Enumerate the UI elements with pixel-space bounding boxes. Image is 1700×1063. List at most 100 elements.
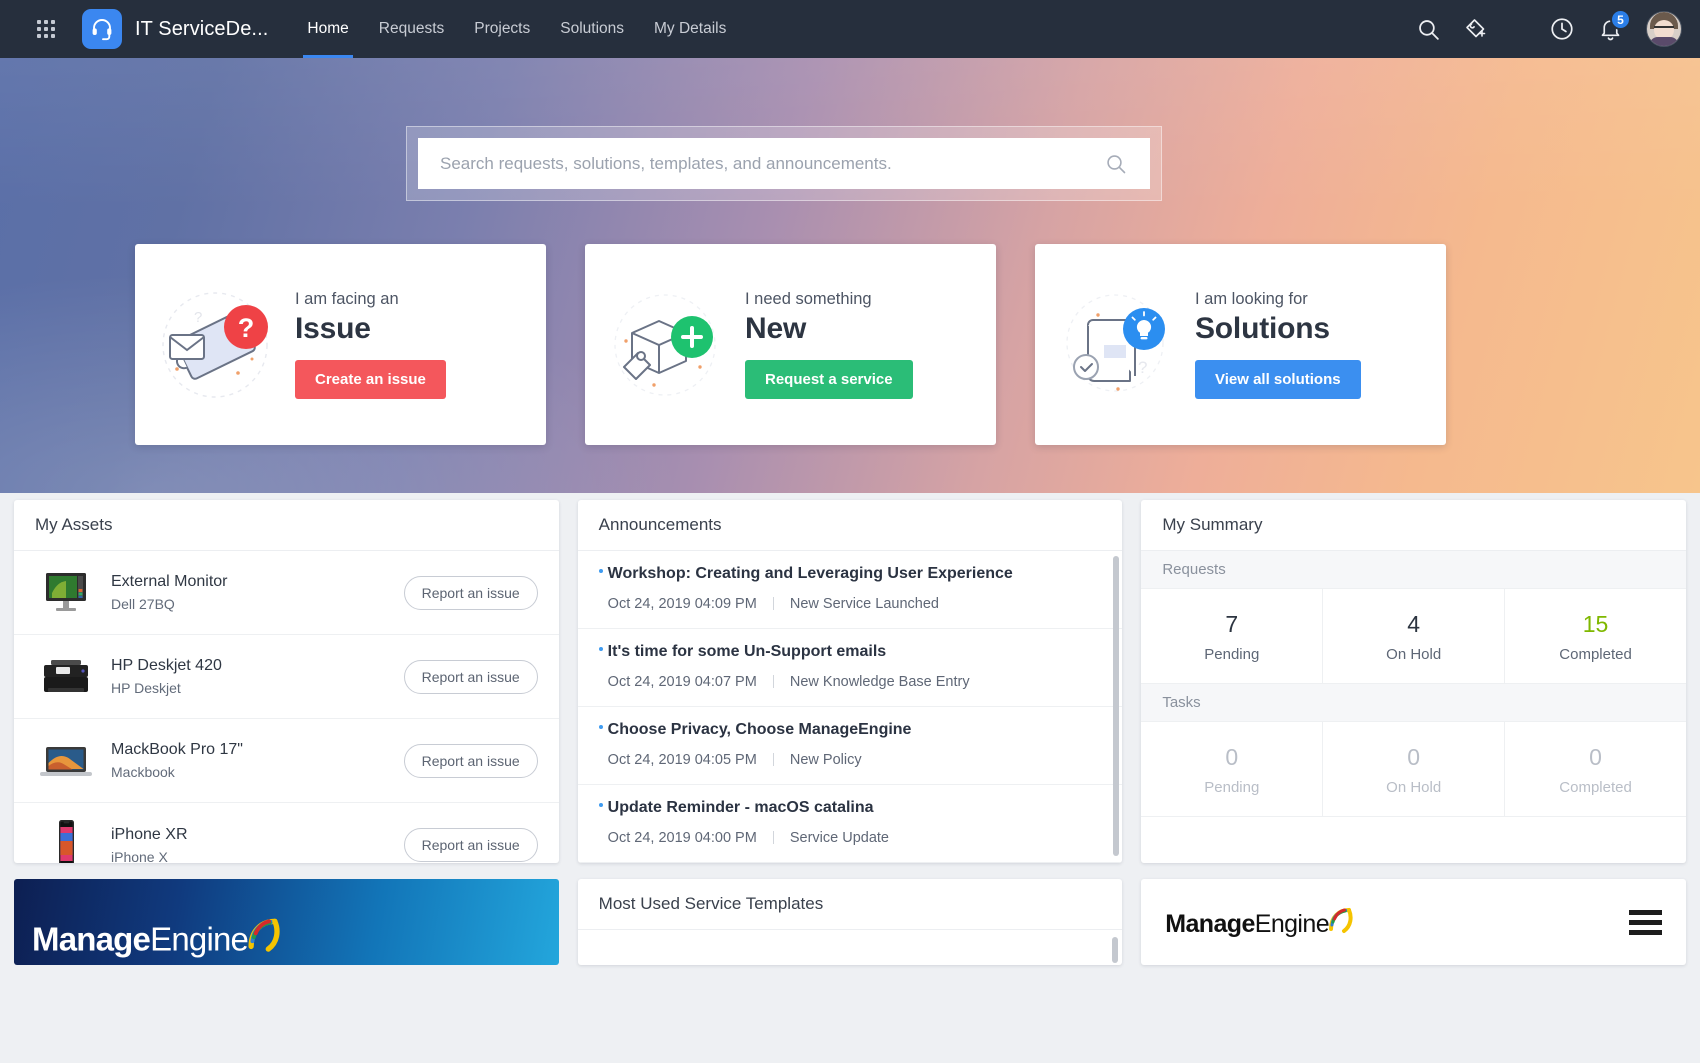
announcement-item[interactable]: Choose Privacy, Choose ManageEngine Oct … xyxy=(577,707,1123,785)
quick-action-cards: ? ? I am facing an Issue Create an issue xyxy=(135,244,1446,445)
nav-link-solutions[interactable]: Solutions xyxy=(545,0,639,58)
asset-row-hp-deskjet[interactable]: HP Deskjet 420 HP Deskjet Report an issu… xyxy=(14,635,559,719)
asset-name: MackBook Pro 17" xyxy=(111,741,243,758)
notifications-bell-icon[interactable]: 5 xyxy=(1588,7,1632,51)
most-used-service-templates-title: Most Used Service Templates xyxy=(577,879,1123,930)
report-an-issue-button[interactable]: Report an issue xyxy=(403,575,538,610)
summary-stat-requests-pending[interactable]: 7 Pending xyxy=(1141,589,1324,683)
nav-right-actions: 5 xyxy=(1406,0,1700,58)
asset-name: iPhone XR xyxy=(111,825,188,843)
report-an-issue-button[interactable]: Report an issue xyxy=(403,828,538,862)
asset-sub: Mackbook xyxy=(111,764,175,780)
box-tag-plus-icon xyxy=(585,244,745,445)
announcement-meta: Oct 24, 2019 04:00 PM Service Update xyxy=(599,830,1102,846)
summary-stat-tasks-completed[interactable]: 0 Completed xyxy=(1505,722,1686,816)
search-submit-icon[interactable] xyxy=(1104,152,1128,176)
stat-value: 0 xyxy=(1225,744,1239,770)
asset-row-macbook-pro[interactable]: MackBook Pro 17" Mackbook Report an issu… xyxy=(14,719,559,803)
manageengine-promo-banner[interactable]: ManageEngine xyxy=(14,879,559,965)
summary-stat-tasks-pending[interactable]: 0 Pending xyxy=(1141,722,1324,816)
report-an-issue-button[interactable]: Report an issue xyxy=(403,743,538,778)
create-an-issue-button[interactable]: Create an issue xyxy=(295,360,446,399)
request-a-service-button[interactable]: Request a service xyxy=(745,360,913,399)
asset-info: iPhone XR iPhone X xyxy=(111,826,404,864)
nav-link-home[interactable]: Home xyxy=(292,0,363,58)
asset-sub: Dell 27BQ xyxy=(111,596,175,612)
manageengine-logo: ManageEngine xyxy=(32,917,280,957)
search-input[interactable] xyxy=(440,153,1104,174)
svg-text:?: ? xyxy=(194,309,202,326)
announcement-title: Update Reminder - macOS catalina xyxy=(598,799,1102,817)
svg-text:?: ? xyxy=(238,313,255,343)
hamburger-menu-icon[interactable] xyxy=(1629,909,1662,935)
announcement-meta: Oct 24, 2019 04:09 PM New Service Launch… xyxy=(599,596,1102,612)
card-issue[interactable]: ? ? I am facing an Issue Create an issue xyxy=(135,244,546,445)
card-issue-kicker: I am facing an xyxy=(295,290,399,308)
announcement-title: Choose Privacy, Choose ManageEngine xyxy=(598,721,1102,739)
stat-value: 0 xyxy=(1407,744,1421,770)
announcement-date: Oct 24, 2019 04:05 PM xyxy=(607,752,757,768)
announcement-type: New Service Launched xyxy=(789,596,939,612)
card-new-body: I need something New Request a service xyxy=(745,290,996,399)
announcement-date: Oct 24, 2019 04:00 PM xyxy=(607,830,757,846)
announcements-title: Announcements xyxy=(577,500,1123,551)
announcement-date: Oct 24, 2019 04:07 PM xyxy=(607,674,757,690)
asset-name: External Monitor xyxy=(111,573,228,590)
printer-icon xyxy=(35,650,97,704)
nav-link-requests[interactable]: Requests xyxy=(364,0,459,58)
meta-separator xyxy=(772,753,774,766)
global-search-box[interactable] xyxy=(418,138,1150,189)
manageengine-footer-logo: ManageEngine xyxy=(1165,907,1353,937)
dashboard-row-bottom: ManageEngine Most Used Service Templates xyxy=(14,879,1686,965)
announcement-item[interactable]: It's time for some Un-Support emails Oct… xyxy=(577,629,1123,707)
logo-text-bold: ManageEngine xyxy=(1165,910,1329,938)
stat-caption: Completed xyxy=(1559,646,1632,663)
announcement-item[interactable]: Update Reminder - macOS catalina Oct 24,… xyxy=(577,785,1123,863)
announcement-item[interactable]: Workshop: Creating and Leveraging User E… xyxy=(577,551,1123,629)
meta-separator xyxy=(772,831,774,844)
search-icon[interactable] xyxy=(1406,7,1450,51)
banner-logo-wrap: ManageEngine xyxy=(32,917,280,957)
stat-caption: Completed xyxy=(1559,779,1632,796)
notification-badge: 5 xyxy=(1610,9,1631,30)
summary-stats-requests: 7 Pending 4 On Hold 15 Completed xyxy=(1141,589,1687,684)
asset-row-external-monitor[interactable]: External Monitor Dell 27BQ Report an iss… xyxy=(14,551,559,635)
card-solutions[interactable]: ? I am looking for Solutions View all so… xyxy=(1035,244,1446,445)
stat-caption: Pending xyxy=(1204,646,1260,663)
monitor-icon xyxy=(35,566,97,620)
asset-row-iphone-xr[interactable]: iPhone XR iPhone X Report an issue xyxy=(14,803,559,863)
app-grid-icon[interactable] xyxy=(24,20,68,38)
summary-stat-requests-completed[interactable]: 15 Completed xyxy=(1505,589,1686,683)
summary-stat-requests-onhold[interactable]: 4 On Hold xyxy=(1323,589,1506,683)
nav-link-my-details[interactable]: My Details xyxy=(639,0,741,58)
announcements-scrollbar[interactable] xyxy=(1113,556,1120,856)
logo-swoosh-icon xyxy=(1327,907,1353,937)
my-assets-panel: My Assets External Monitor Dell 27BQ Rep… xyxy=(14,500,559,863)
nav-link-projects[interactable]: Projects xyxy=(459,0,545,58)
asset-info: MackBook Pro 17" Mackbook xyxy=(111,741,404,780)
card-new[interactable]: I need something New Request a service xyxy=(585,244,996,445)
meta-separator xyxy=(772,597,774,610)
asset-sub: HP Deskjet xyxy=(111,680,181,696)
card-new-title: New xyxy=(745,312,807,345)
phone-icon xyxy=(35,818,97,863)
report-an-issue-button[interactable]: Report an issue xyxy=(403,659,538,694)
templates-scrollbar[interactable] xyxy=(1112,937,1119,963)
my-assets-title: My Assets xyxy=(14,500,559,551)
view-all-solutions-button[interactable]: View all solutions xyxy=(1195,360,1361,399)
recent-activity-clock-icon[interactable] xyxy=(1540,7,1584,51)
summary-group-label-tasks: Tasks xyxy=(1141,684,1687,722)
announcements-panel: Announcements Workshop: Creating and Lev… xyxy=(577,500,1123,863)
app-logo-icon[interactable] xyxy=(82,9,122,49)
logo-swoosh-icon xyxy=(245,917,280,957)
card-solutions-kicker: I am looking for xyxy=(1195,290,1308,308)
add-ticket-icon[interactable] xyxy=(1454,7,1498,51)
asset-info: HP Deskjet 420 HP Deskjet xyxy=(111,657,404,696)
manageengine-footer-panel: ManageEngine xyxy=(1141,879,1686,965)
user-avatar[interactable] xyxy=(1646,11,1682,47)
hero-banner: ? ? I am facing an Issue Create an issue xyxy=(0,58,1700,493)
summary-stat-tasks-onhold[interactable]: 0 On Hold xyxy=(1323,722,1506,816)
announcement-type: Service Update xyxy=(789,830,889,846)
summary-stats-tasks: 0 Pending 0 On Hold 0 Completed xyxy=(1141,722,1687,817)
stat-value: 15 xyxy=(1582,611,1609,637)
